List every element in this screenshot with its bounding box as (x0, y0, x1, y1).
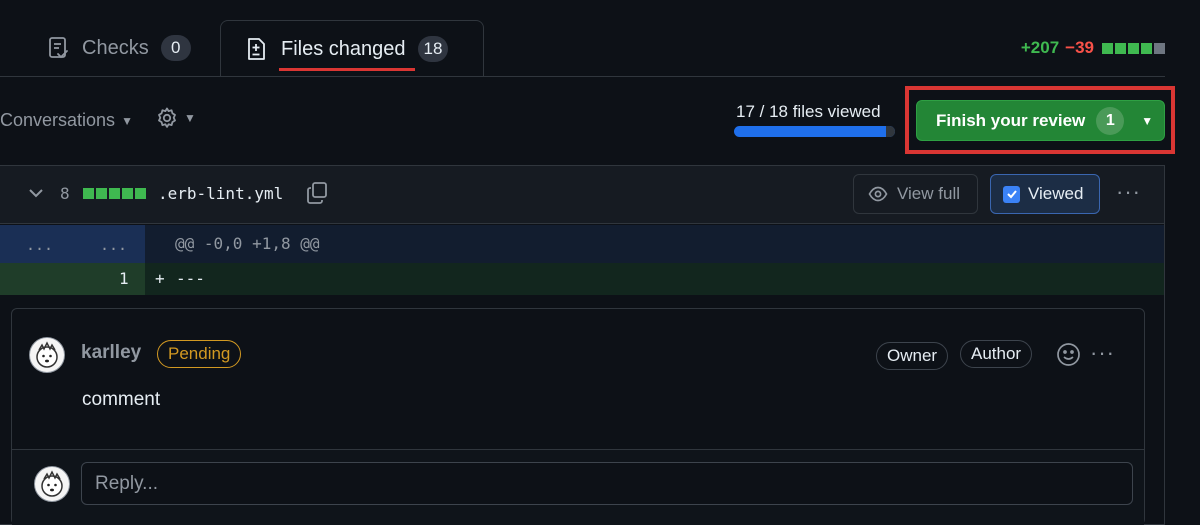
checklist-icon (48, 36, 70, 60)
kebab-menu-icon[interactable]: ··· (1090, 340, 1115, 366)
added-line-marker: + (155, 269, 165, 288)
comment-author-link[interactable]: karlley (81, 342, 141, 364)
copy-icon[interactable] (305, 181, 329, 205)
reply-placeholder: Reply... (95, 472, 159, 494)
additions-count: +207 (1020, 38, 1060, 57)
owner-badge: Owner (876, 342, 949, 370)
pending-comments-count: 1 (1096, 106, 1125, 135)
caret-down-icon: ▼ (184, 111, 196, 125)
caret-down-icon: ▼ (121, 113, 133, 128)
files-count-badge: 18 (417, 36, 449, 62)
pending-label: Pending (168, 344, 231, 363)
added-line-code: --- (176, 269, 205, 288)
reply-input[interactable]: Reply... (81, 462, 1133, 505)
hunk-old-gutter[interactable]: ... (26, 236, 53, 254)
tab-highlight-underline (279, 68, 415, 71)
checkbox-checked-icon (1003, 185, 1020, 203)
author-badge: Author (960, 340, 1033, 368)
files-viewed-progress-bar (734, 126, 895, 137)
caret-down-icon: ▼ (1141, 113, 1154, 128)
viewed-toggle[interactable]: Viewed (990, 174, 1100, 214)
conversations-dropdown[interactable]: Conversations ▼ (0, 110, 133, 131)
file-change-count: 8 (60, 184, 70, 203)
tab-checks-label: Checks (82, 36, 149, 59)
progress-remaining (885, 126, 895, 137)
eye-icon (868, 184, 888, 204)
tab-divider (0, 76, 1165, 77)
diffstat-block (1102, 42, 1113, 54)
diffstat: +207 −39 (1021, 38, 1165, 58)
finish-review-button[interactable]: Finish your review 1 ▼ (916, 100, 1165, 141)
chevron-down-icon[interactable] (28, 185, 44, 201)
deletions-count: −39 (1065, 38, 1094, 57)
added-line-row (0, 263, 1164, 295)
diffstat-block (1115, 42, 1126, 54)
line-number[interactable]: 1 (119, 269, 129, 288)
files-viewed-text: 17 / 18 files viewed (736, 102, 881, 121)
view-full-label: View full (897, 184, 960, 203)
diffstat-block (1128, 42, 1139, 54)
hunk-header-text: @@ -0,0 +1,8 @@ (175, 234, 320, 253)
tab-files-changed[interactable]: Files changed 18 (220, 20, 484, 77)
file-diffstat (83, 188, 146, 199)
avatar[interactable] (29, 337, 65, 373)
diffstat-block (135, 188, 146, 199)
tab-files-label: Files changed (281, 37, 406, 60)
file-diff-icon (245, 37, 267, 61)
diffstat-block (1154, 42, 1165, 54)
avatar (34, 466, 70, 502)
comment-body: comment (82, 389, 161, 410)
diffstat-block (109, 188, 120, 199)
gear-icon (155, 106, 179, 130)
owner-label: Owner (887, 346, 938, 365)
kebab-menu-icon[interactable]: ··· (1116, 179, 1141, 205)
author-label: Author (971, 344, 1022, 363)
viewed-label: Viewed (1028, 184, 1084, 203)
tab-checks[interactable]: Checks 0 (48, 20, 191, 76)
pending-status-badge: Pending (157, 340, 242, 368)
diff-settings-dropdown[interactable]: ▼ (155, 106, 196, 130)
diffstat-block (83, 188, 94, 199)
view-full-button[interactable]: View full (853, 174, 978, 214)
checks-count-badge: 0 (160, 35, 191, 61)
diffstat-block (96, 188, 107, 199)
diffstat-block (122, 188, 133, 199)
hunk-new-gutter[interactable]: ... (100, 236, 127, 254)
finish-review-label: Finish your review (936, 110, 1086, 130)
diffstat-block (1141, 42, 1152, 54)
smiley-icon[interactable] (1056, 342, 1081, 367)
file-name-link[interactable]: .erb-lint.yml (158, 184, 283, 203)
conversations-label: Conversations (0, 110, 116, 130)
